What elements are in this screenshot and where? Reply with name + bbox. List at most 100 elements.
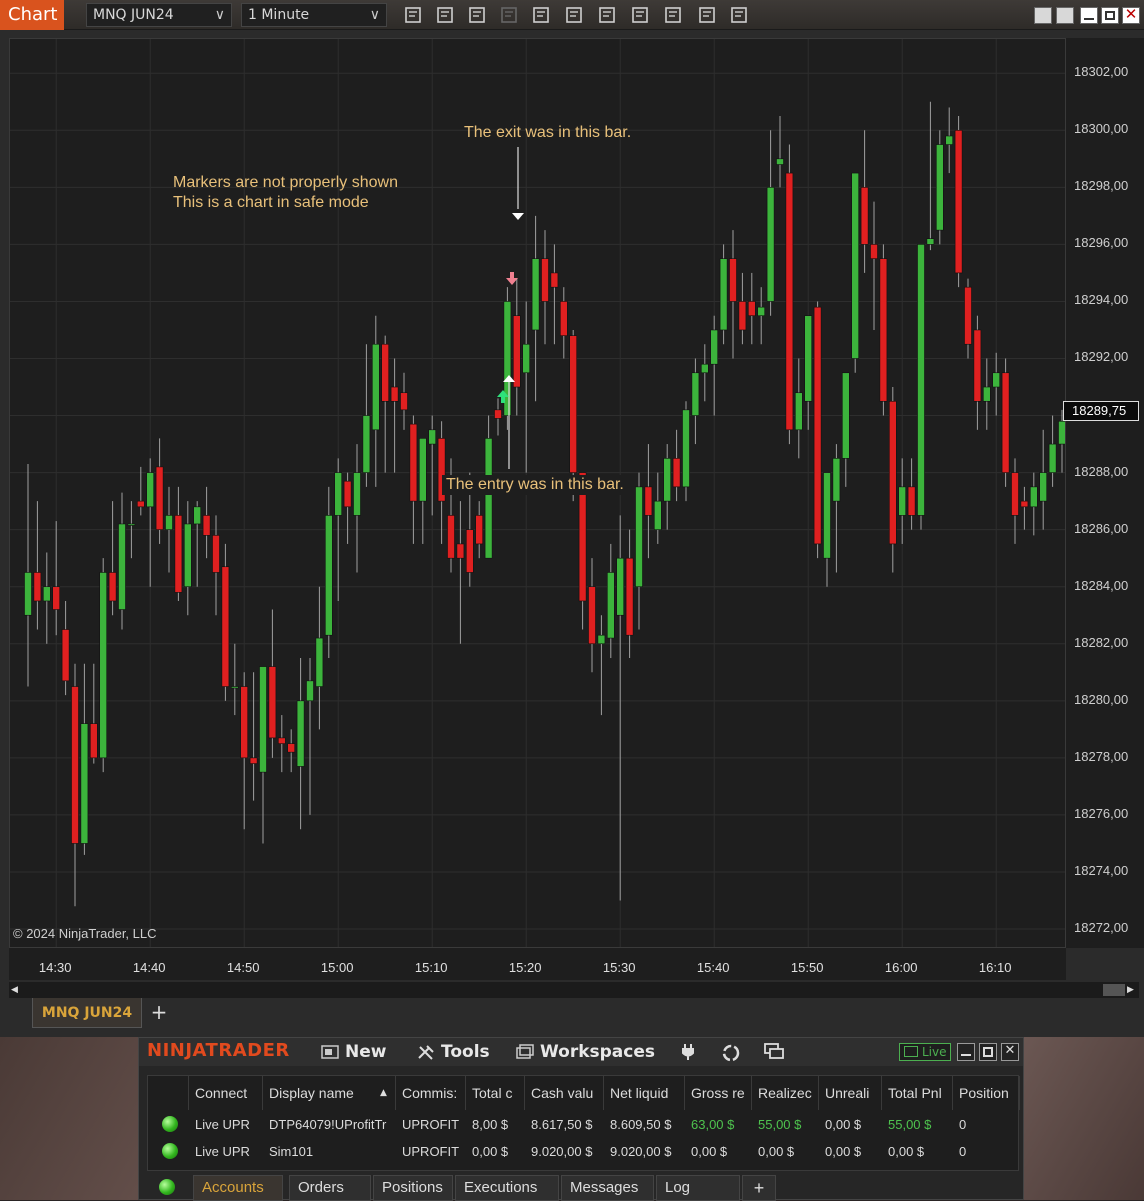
candle <box>212 515 220 616</box>
scroll-thumb[interactable] <box>1103 984 1125 996</box>
candle-body <box>898 486 907 516</box>
candle-body <box>165 515 173 530</box>
window-lock-button[interactable] <box>1034 7 1052 24</box>
candle <box>456 501 465 644</box>
candle-body <box>400 392 408 411</box>
candle <box>804 315 813 430</box>
tab-accounts[interactable]: Accounts <box>193 1175 283 1201</box>
menu-workspaces[interactable]: Workspaces <box>516 1042 655 1062</box>
candle-body <box>240 686 248 759</box>
time-axis[interactable]: 14:30 14:40 14:50 15:00 15:10 15:20 15:30 15:40… <box>9 948 1066 980</box>
tab-executions[interactable]: Executions <box>455 1175 559 1201</box>
horizontal-scrollbar[interactable]: ◀ ▶ <box>9 982 1139 998</box>
templates-icon[interactable] <box>696 4 718 26</box>
menu-list-icon[interactable] <box>728 4 750 26</box>
scroll-right-icon[interactable]: ▶ <box>1127 985 1134 995</box>
column-header[interactable]: Connect <box>189 1076 263 1110</box>
chart-panel[interactable]: Markers are not properly shown This is a… <box>9 38 1066 948</box>
candle <box>982 358 991 430</box>
column-header[interactable]: Gross re <box>685 1076 752 1110</box>
column-header[interactable]: Commis: <box>396 1076 466 1110</box>
data-box-icon[interactable] <box>563 4 585 26</box>
add-tab-button[interactable]: + <box>148 998 170 1026</box>
column-header[interactable]: Unreali <box>819 1076 882 1110</box>
scroll-left-icon[interactable]: ◀ <box>11 985 18 995</box>
menu-tools[interactable]: Tools <box>417 1042 490 1062</box>
exit-note: The exit was in this bar. <box>464 124 632 141</box>
accounts-grid: Connect Display name Commis: Total c Cash va… <box>147 1075 1020 1171</box>
tab-positions[interactable]: Positions <box>373 1175 453 1201</box>
candle <box>550 244 559 345</box>
candle-body <box>954 129 963 274</box>
minimize-button[interactable] <box>1080 7 1098 24</box>
candle <box>794 358 803 459</box>
tab-mnq-jun24[interactable]: MNQ JUN24 <box>32 998 142 1028</box>
zoom-out-icon[interactable] <box>498 4 520 26</box>
column-header[interactable]: Cash valu <box>525 1076 604 1110</box>
candle <box>653 472 662 544</box>
pointer-icon[interactable] <box>530 4 552 26</box>
tab-log[interactable]: Log <box>656 1175 740 1201</box>
candle <box>33 501 42 630</box>
candle <box>917 244 925 530</box>
safe-mode-line-2: This is a chart in safe mode <box>173 194 369 211</box>
draw-pencil-icon[interactable] <box>434 4 456 26</box>
properties-icon[interactable] <box>596 4 618 26</box>
tab-orders[interactable]: Orders <box>289 1175 371 1201</box>
instrument-selector[interactable]: MNQ JUN24 ∨ <box>86 3 232 27</box>
column-header[interactable]: Position <box>953 1076 1020 1110</box>
candle-body <box>52 586 61 610</box>
candle <box>935 130 944 245</box>
candle <box>1020 486 1029 530</box>
tab-messages[interactable]: Messages <box>561 1175 654 1201</box>
column-header[interactable]: Realizec <box>752 1076 819 1110</box>
menu-new[interactable]: New <box>321 1042 386 1062</box>
price-tick-label: 18286,00 <box>1074 520 1129 536</box>
interval-selector[interactable]: 1 Minute ∨ <box>241 3 387 27</box>
candle <box>494 398 502 436</box>
candle-body <box>137 500 145 508</box>
account-row[interactable]: Live UPR DTP64079!UProfitTr UPROFIT 8,00 $ 8… <box>148 1111 1018 1138</box>
close-button[interactable]: ✕ <box>1122 5 1140 24</box>
sync-icon[interactable] <box>721 1043 741 1063</box>
price-axis[interactable]: 18302,00 18300,00 18298,00 18296,00 18294,00… <box>1066 38 1144 948</box>
chart-window-label[interactable]: Chart <box>0 0 64 30</box>
column-header[interactable]: Total Pnl <box>882 1076 953 1110</box>
add-tab-button[interactable]: + <box>742 1175 776 1201</box>
account-row[interactable]: Live UPR Sim101 UPROFIT 0,00 $ 9.020,00 $ 9.0… <box>148 1138 1018 1165</box>
candle-body <box>597 634 606 645</box>
price-tick-label: 18282,00 <box>1074 634 1129 650</box>
column-header[interactable]: Total c <box>466 1076 525 1110</box>
interval-value: 1 Minute <box>248 7 310 23</box>
account-cell: Live UPR <box>195 1117 250 1132</box>
candle-body <box>287 743 296 753</box>
maximize-button[interactable] <box>1101 7 1119 24</box>
cc-maximize-button[interactable] <box>979 1043 997 1061</box>
candle-body <box>418 438 427 502</box>
zoom-in-icon[interactable] <box>466 4 488 26</box>
candle-body <box>315 637 324 687</box>
candle <box>813 301 822 559</box>
window-link-button[interactable] <box>1056 7 1074 24</box>
connect-plug-icon[interactable] <box>679 1043 697 1061</box>
candle <box>888 387 897 573</box>
candle <box>259 666 267 844</box>
candle-body <box>362 415 371 473</box>
messages-icon[interactable] <box>764 1043 784 1061</box>
indicators-icon[interactable] <box>629 4 651 26</box>
candle-body <box>710 329 719 365</box>
strategies-icon[interactable] <box>662 4 684 26</box>
bar-type-icon[interactable] <box>402 4 424 26</box>
cc-close-button[interactable]: ✕ <box>1001 1043 1019 1061</box>
candle <box>616 515 625 901</box>
candle <box>381 335 390 473</box>
control-center-tabs: Accounts Orders Positions Executions Message… <box>147 1175 1019 1201</box>
candle <box>418 438 427 544</box>
candle-body <box>531 258 540 331</box>
candle <box>428 415 437 516</box>
column-header[interactable]: Display name <box>263 1076 396 1110</box>
status-column-header[interactable] <box>148 1076 189 1110</box>
account-cell: 8.609,50 $ <box>610 1117 672 1132</box>
column-header[interactable]: Net liquid <box>604 1076 685 1110</box>
cc-minimize-button[interactable] <box>957 1043 975 1061</box>
